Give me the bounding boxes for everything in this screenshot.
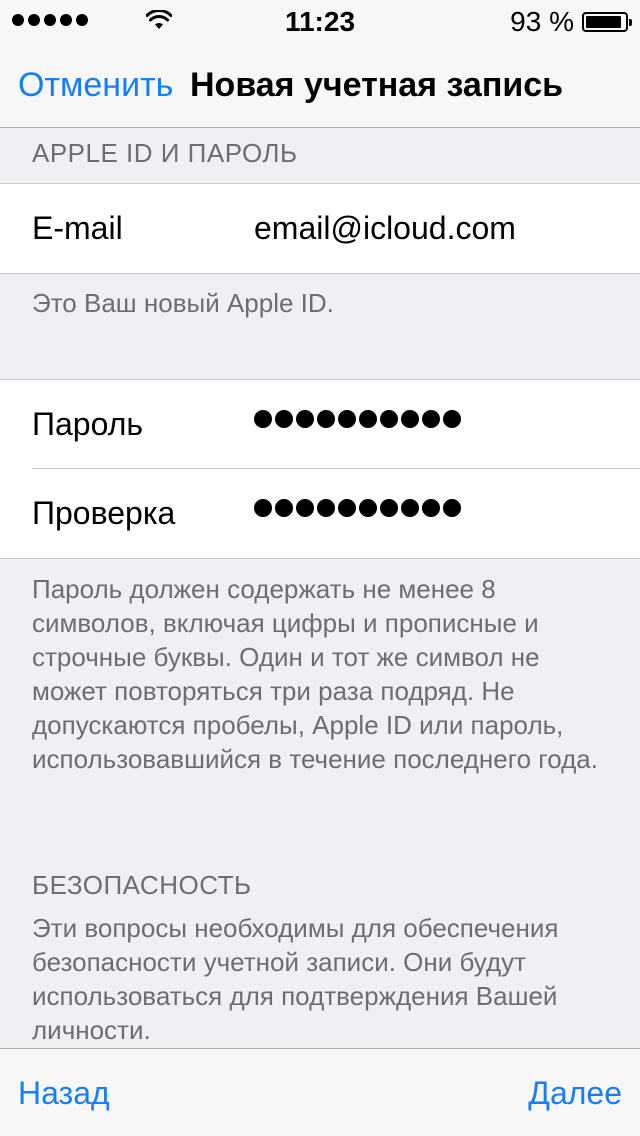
verify-password-field[interactable] [254,499,461,517]
navigation-bar: Отменить Новая учетная запись [0,40,640,128]
password-requirements-note: Пароль должен содержать не менее 8 симво… [32,574,598,774]
bottom-toolbar: Назад Далее [0,1048,640,1136]
battery-percent: 93 % [510,6,574,37]
status-bar: 11:23 93 % [0,0,640,40]
section-header-security: БЕЗОПАСНОСТЬ [32,870,252,900]
password-row[interactable]: Пароль [0,380,640,469]
verify-label: Проверка [32,495,176,531]
next-button[interactable]: Далее [528,1075,622,1112]
password-field[interactable] [254,410,461,428]
security-note: Эти вопросы необходимы для обеспечения б… [32,913,559,1045]
email-group: E-mail email@icloud.com [0,183,640,274]
back-button[interactable]: Назад [18,1075,110,1112]
password-label: Пароль [32,406,144,442]
password-group: Пароль Проверка [0,379,640,559]
email-label: E-mail [32,210,123,246]
verify-row[interactable]: Проверка [0,469,640,558]
apple-id-note: Это Ваш новый Apple ID. [32,288,334,318]
page-title: Новая учетная запись [190,66,564,104]
screen: 11:23 93 % Отменить Новая учетная запись… [0,0,640,1136]
section-header-apple-id: APPLE ID И ПАРОЛЬ [32,138,298,168]
battery-icon [582,12,632,32]
email-field[interactable]: email@icloud.com [254,210,516,247]
cancel-button[interactable]: Отменить [18,66,173,105]
email-row[interactable]: E-mail email@icloud.com [0,184,640,273]
